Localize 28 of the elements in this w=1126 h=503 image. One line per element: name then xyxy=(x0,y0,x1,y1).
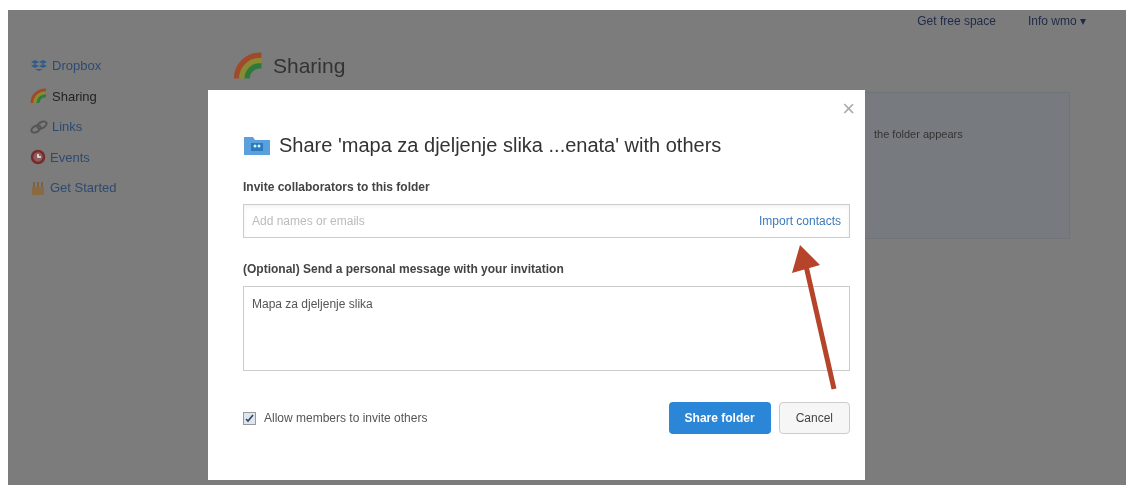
rainbow-icon xyxy=(30,88,48,105)
import-contacts-link[interactable]: Import contacts xyxy=(758,212,841,230)
box-icon xyxy=(30,58,48,73)
top-link[interactable]: Get free space xyxy=(917,12,996,30)
shared-folder-icon xyxy=(243,134,271,156)
checkbox[interactable] xyxy=(243,411,256,425)
message-label: (Optional) Send a personal message with your invitation xyxy=(243,261,565,278)
top-link[interactable]: Info wmo ▾ xyxy=(1027,12,1086,30)
sidebar-item[interactable]: Sharing xyxy=(30,86,117,106)
cake-icon xyxy=(30,179,46,196)
cancel-button[interactable]: Cancel xyxy=(778,402,850,434)
page-title: Sharing xyxy=(273,53,346,79)
checkbox-label: Allow members to invite others xyxy=(264,410,428,427)
link-icon xyxy=(30,119,48,134)
sidebar-item[interactable]: Dropbox xyxy=(30,56,117,76)
dialog-title: Share 'mapa za djeljenje slika ...enata' with others xyxy=(279,133,722,158)
panel-text: the folder appears xyxy=(874,128,963,140)
rainbow-icon xyxy=(233,50,265,81)
sidebar-item[interactable]: Links xyxy=(30,117,117,137)
invite-field[interactable]: Add names or emails Import contacts xyxy=(243,204,850,238)
clock-icon xyxy=(30,149,46,166)
check-icon xyxy=(245,413,254,423)
share-folder-button[interactable]: Share folder xyxy=(668,402,771,434)
invite-label: Invite collaborators to this folder xyxy=(243,179,431,196)
message-field[interactable]: Mapa za djeljenje slika xyxy=(243,286,850,371)
sidebar-item[interactable]: Get Started xyxy=(30,178,117,198)
close-button[interactable]: × xyxy=(842,98,855,120)
sidebar-item[interactable]: Events xyxy=(30,147,117,167)
